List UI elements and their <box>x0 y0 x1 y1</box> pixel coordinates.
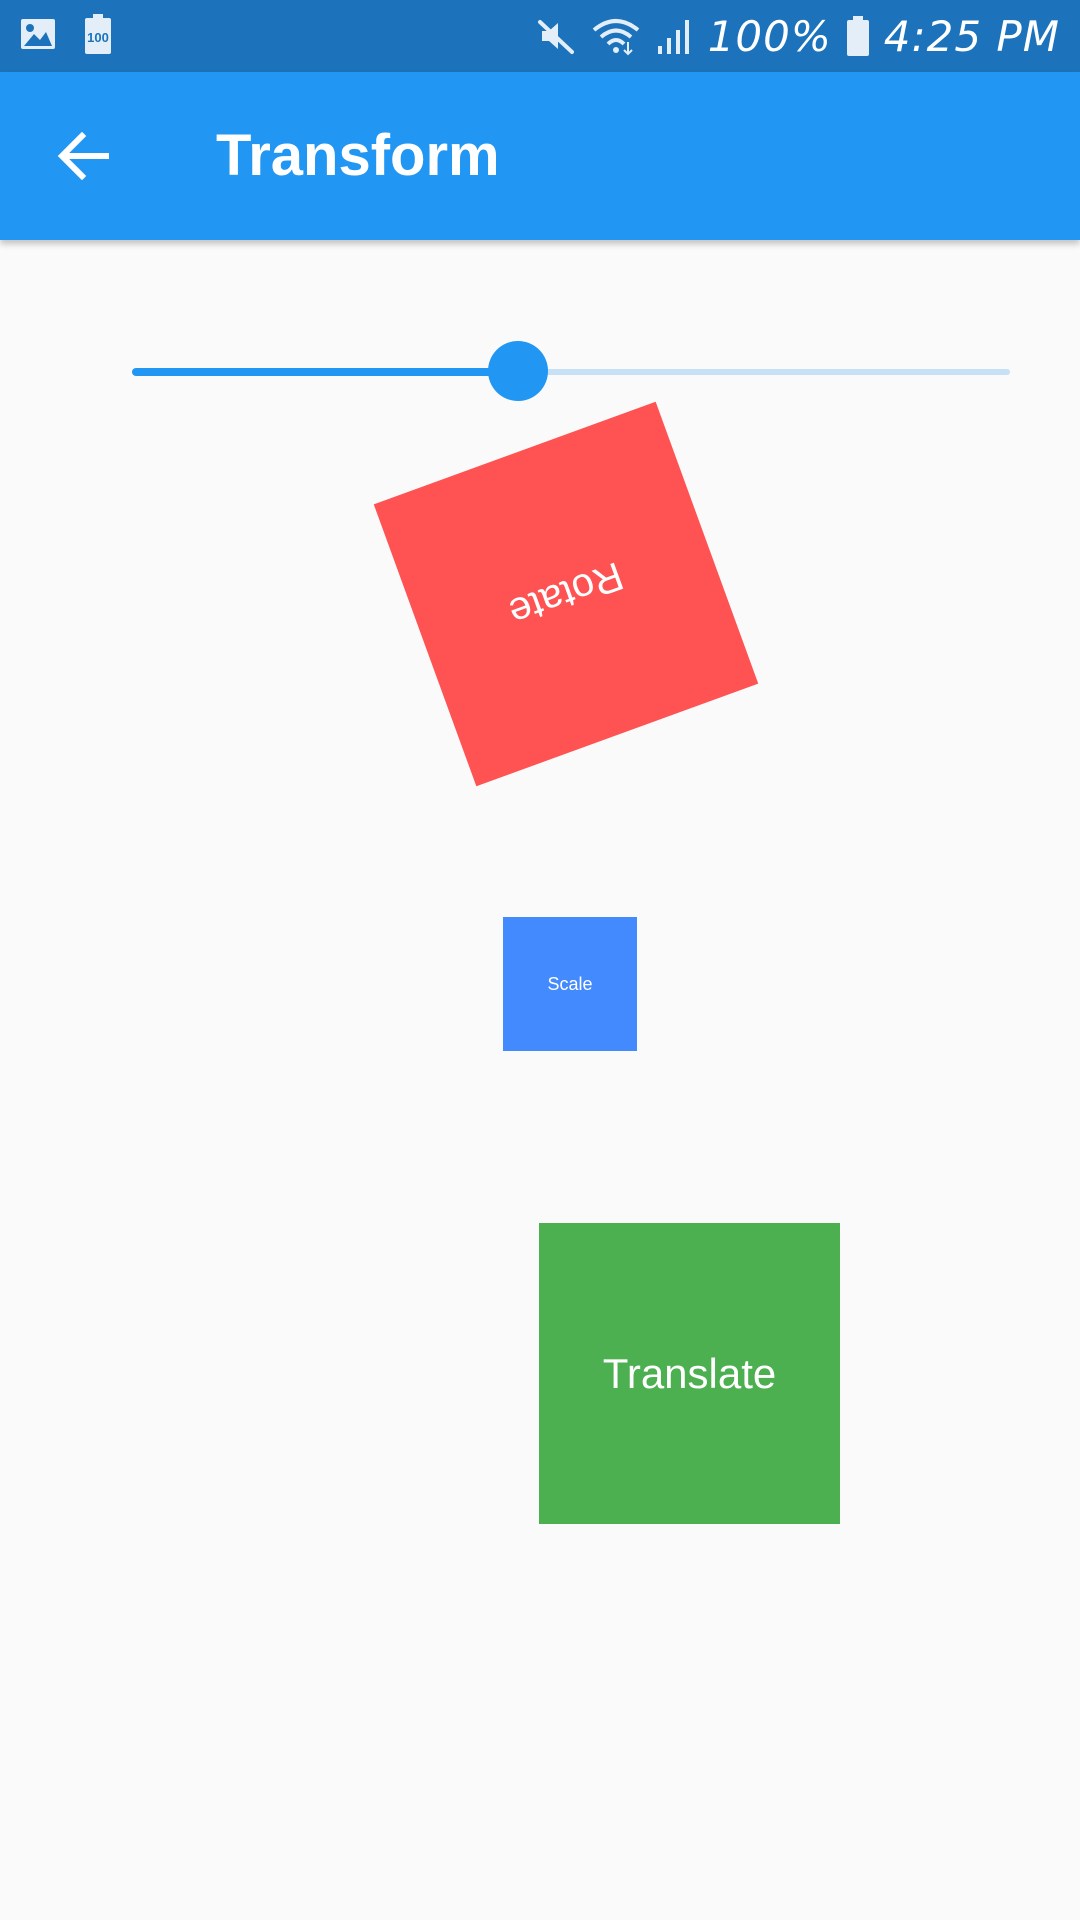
translate-box: Translate <box>539 1223 840 1524</box>
wifi-icon <box>590 16 642 56</box>
image-icon <box>20 16 56 52</box>
status-bar: 100 100% 4:25 PM <box>0 0 1080 72</box>
status-left-icons: 100 <box>20 14 112 54</box>
battery-percent: 100% <box>707 11 832 61</box>
battery-badge-text: 100 <box>87 30 109 45</box>
status-right-icons: 100% 4:25 PM <box>536 8 1060 64</box>
battery-icon <box>846 16 870 56</box>
signal-icon <box>656 16 694 56</box>
page-title: Transform <box>216 123 500 188</box>
translate-label: Translate <box>602 1349 777 1397</box>
arrow-back-icon <box>52 124 116 188</box>
scale-label: Scale <box>547 973 593 994</box>
rotate-label: Rotate <box>503 553 630 636</box>
mute-icon <box>536 16 576 56</box>
status-time: 4:25 PM <box>883 11 1060 61</box>
slider-active-track <box>132 368 519 376</box>
battery-100-icon: 100 <box>84 14 112 54</box>
rotation-slider[interactable] <box>130 341 1012 401</box>
slider-thumb[interactable] <box>488 341 549 401</box>
back-button[interactable] <box>52 124 116 188</box>
app-bar: Transform <box>0 72 1080 240</box>
scale-box: Scale <box>503 917 637 1051</box>
rotate-box: Rotate <box>373 401 759 787</box>
